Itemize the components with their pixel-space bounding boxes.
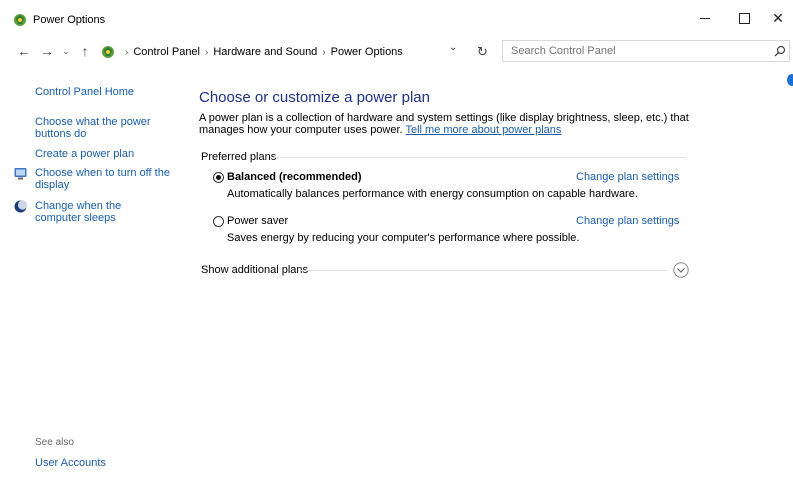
breadcrumb-separator-icon: ›: [125, 47, 129, 58]
power-plans-help-link[interactable]: Tell me more about power plans: [405, 124, 561, 136]
main-content: Choose or customize a power plan A power…: [199, 70, 793, 481]
notification-dot: [787, 74, 793, 86]
plan-description: Automatically balances performance with …: [227, 188, 638, 200]
change-plan-settings-link[interactable]: Change plan settings: [576, 171, 679, 183]
computer-sleeps-link[interactable]: Change when the computer sleeps: [35, 200, 170, 224]
breadcrumb-control-panel[interactable]: Control Panel: [133, 46, 200, 58]
address-dropdown-icon[interactable]: ⌄: [449, 42, 457, 53]
control-panel-home-link[interactable]: Control Panel Home: [35, 86, 134, 98]
chevron-down-circle-icon[interactable]: [673, 262, 689, 278]
search-input[interactable]: [502, 40, 790, 62]
forward-button[interactable]: →: [39, 43, 55, 59]
minimize-icon: [700, 18, 710, 19]
breadcrumb-hardware-and-sound[interactable]: Hardware and Sound: [213, 46, 317, 58]
close-button[interactable]: ✕: [755, 6, 793, 30]
refresh-icon[interactable]: ↻: [477, 44, 488, 60]
maximize-icon: [739, 13, 750, 24]
address-bar[interactable]: › Control Panel › Hardware and Sound › Power …: [97, 41, 497, 65]
intro-text: A power plan is a collection of hardware…: [199, 112, 699, 136]
breadcrumb-power-options[interactable]: Power Options: [331, 46, 403, 58]
plan-name[interactable]: Power saver: [227, 215, 288, 227]
create-power-plan-link[interactable]: Create a power plan: [35, 148, 134, 160]
sleep-moon-icon: [14, 200, 27, 213]
see-also-label: See also: [35, 437, 74, 448]
control-panel-icon: [102, 46, 114, 58]
radio-selected-dot: [216, 175, 221, 180]
close-icon: ✕: [772, 10, 784, 26]
power-saver-radio[interactable]: [213, 216, 224, 227]
recent-locations-button[interactable]: ⌄: [58, 46, 74, 57]
balanced-radio[interactable]: [213, 172, 224, 183]
preferred-plans-label: Preferred plans: [201, 151, 277, 163]
left-pane: Control Panel Home Choose what the power…: [0, 70, 185, 481]
window-title: Power Options: [33, 14, 106, 26]
change-plan-settings-link[interactable]: Change plan settings: [576, 215, 679, 227]
title-bar: Power Options ✕: [0, 0, 793, 32]
power-buttons-link[interactable]: Choose what the power buttons do: [35, 116, 165, 140]
page-title: Choose or customize a power plan: [199, 89, 430, 106]
breadcrumb: › Control Panel › Hardware and Sound › Power …: [120, 46, 403, 58]
back-button[interactable]: ←: [16, 43, 32, 59]
plan-name[interactable]: Balanced (recommended): [227, 171, 361, 183]
display-icon: [14, 168, 27, 180]
search-box: [502, 40, 793, 64]
breadcrumb-separator-icon[interactable]: ›: [200, 47, 213, 58]
show-additional-plans-label[interactable]: Show additional plans: [201, 264, 308, 276]
power-options-icon: [14, 14, 26, 26]
user-accounts-link[interactable]: User Accounts: [35, 457, 106, 469]
up-button[interactable]: ↑: [77, 43, 93, 59]
divider: [274, 157, 685, 158]
breadcrumb-separator-icon[interactable]: ›: [317, 47, 330, 58]
divider: [301, 270, 667, 271]
turn-off-display-link[interactable]: Choose when to turn off the display: [35, 167, 170, 191]
plan-description: Saves energy by reducing your computer's…: [227, 232, 580, 244]
search-icon[interactable]: [774, 45, 786, 57]
